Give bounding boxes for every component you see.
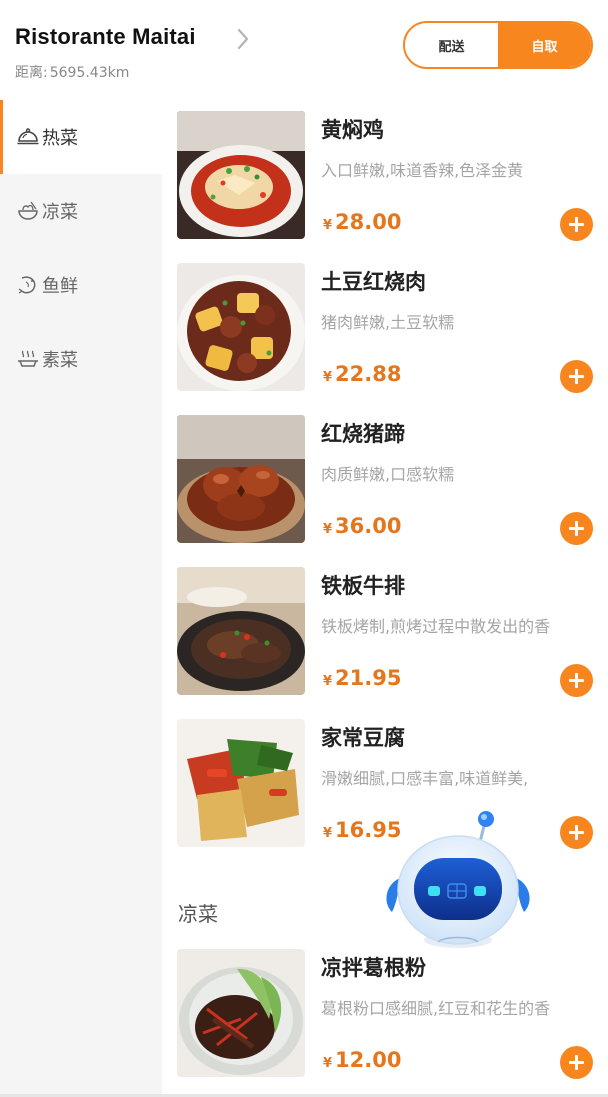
menu-item[interactable]: 铁板牛排 铁板烤制,煎烤过程中散发出的香 ¥21.95 bbox=[162, 567, 608, 697]
dish-description: 猪肉鲜嫩,土豆软糯 bbox=[321, 313, 455, 332]
dish-description: 肉质鲜嫩,口感软糯 bbox=[321, 465, 455, 484]
delivery-option[interactable]: 配送 bbox=[405, 23, 498, 67]
dish-name: 土豆红烧肉 bbox=[321, 270, 426, 294]
dish-price: ¥21.95 bbox=[323, 666, 401, 690]
chevron-right-icon[interactable] bbox=[234, 27, 252, 51]
currency-symbol: ¥ bbox=[323, 826, 333, 841]
delivery-mode-toggle: 配送 自取 bbox=[403, 21, 593, 69]
dish-price: ¥36.00 bbox=[323, 514, 401, 538]
distance-label: 距离: bbox=[15, 65, 48, 81]
dish-description: 葛根粉口感细腻,红豆和花生的香 bbox=[321, 999, 551, 1018]
add-to-cart-button[interactable] bbox=[560, 208, 593, 241]
steam-dish-icon bbox=[18, 350, 38, 367]
distance-value: 5695.43km bbox=[49, 65, 130, 81]
robot-assistant-icon[interactable] bbox=[378, 808, 538, 958]
sidebar-item-vegetarian[interactable]: 素菜 bbox=[0, 322, 162, 396]
dish-description: 滑嫩细腻,口感丰富,味道鲜美, bbox=[321, 769, 529, 788]
section-heading-cold-dishes: 凉菜 bbox=[178, 902, 218, 926]
currency-symbol: ¥ bbox=[323, 218, 333, 233]
dish-price: ¥28.00 bbox=[323, 210, 401, 234]
dish-photo[interactable] bbox=[177, 949, 305, 1077]
add-to-cart-button[interactable] bbox=[560, 360, 593, 393]
dish-price: ¥12.00 bbox=[323, 1048, 401, 1072]
currency-symbol: ¥ bbox=[323, 674, 333, 689]
menu-item[interactable]: 黄焖鸡 入口鲜嫩,味道香辣,色泽金黄 ¥28.00 bbox=[162, 111, 608, 241]
dish-photo[interactable] bbox=[177, 567, 305, 695]
price-value: 36.00 bbox=[335, 514, 402, 538]
currency-symbol: ¥ bbox=[323, 522, 333, 537]
menu-item[interactable]: 土豆红烧肉 猪肉鲜嫩,土豆软糯 ¥22.88 bbox=[162, 263, 608, 393]
dish-name: 红烧猪蹄 bbox=[321, 422, 405, 446]
sidebar-item-label: 热菜 bbox=[42, 128, 78, 149]
currency-symbol: ¥ bbox=[323, 370, 333, 385]
sidebar-item-label: 鱼鲜 bbox=[42, 276, 78, 297]
dish-photo[interactable] bbox=[177, 415, 305, 543]
store-distance: 距离: 5695.43km bbox=[15, 62, 129, 82]
menu-item[interactable]: 凉拌葛根粉 葛根粉口感细腻,红豆和花生的香 ¥12.00 bbox=[162, 949, 608, 1079]
dish-photo[interactable] bbox=[177, 263, 305, 391]
price-value: 21.95 bbox=[335, 666, 402, 690]
price-value: 12.00 bbox=[335, 1048, 402, 1072]
shrimp-icon bbox=[18, 276, 36, 294]
add-to-cart-button[interactable] bbox=[560, 1046, 593, 1079]
dish-photo[interactable] bbox=[177, 111, 305, 239]
dish-photo[interactable] bbox=[177, 719, 305, 847]
cloche-icon bbox=[17, 128, 39, 145]
menu-item[interactable]: 红烧猪蹄 肉质鲜嫩,口感软糯 ¥36.00 bbox=[162, 415, 608, 545]
sidebar-item-cold-dishes[interactable]: 凉菜 bbox=[0, 174, 162, 248]
bowl-icon bbox=[18, 201, 38, 220]
add-to-cart-button[interactable] bbox=[560, 816, 593, 849]
store-header: Ristorante Maitai 距离: 5695.43km 配送 自取 bbox=[0, 0, 608, 100]
dish-description: 入口鲜嫩,味道香辣,色泽金黄 bbox=[321, 161, 524, 180]
store-name[interactable]: Ristorante Maitai bbox=[15, 24, 196, 50]
currency-symbol: ¥ bbox=[323, 1056, 333, 1071]
dish-name: 黄焖鸡 bbox=[321, 118, 384, 142]
sidebar-item-label: 凉菜 bbox=[42, 202, 78, 223]
price-value: 22.88 bbox=[335, 362, 402, 386]
dish-description: 铁板烤制,煎烤过程中散发出的香 bbox=[321, 617, 551, 636]
dish-name: 家常豆腐 bbox=[321, 726, 405, 750]
sidebar-item-seafood[interactable]: 鱼鲜 bbox=[0, 248, 162, 322]
add-to-cart-button[interactable] bbox=[560, 512, 593, 545]
pickup-option[interactable]: 自取 bbox=[498, 23, 591, 67]
dish-name: 铁板牛排 bbox=[321, 574, 405, 598]
dish-price: ¥22.88 bbox=[323, 362, 401, 386]
sidebar-item-hot-dishes[interactable]: 热菜 bbox=[0, 100, 162, 174]
category-sidebar: 热菜 凉菜 鱼鲜 素菜 bbox=[0, 100, 162, 1097]
add-to-cart-button[interactable] bbox=[560, 664, 593, 697]
price-value: 28.00 bbox=[335, 210, 402, 234]
sidebar-item-label: 素菜 bbox=[42, 350, 78, 371]
